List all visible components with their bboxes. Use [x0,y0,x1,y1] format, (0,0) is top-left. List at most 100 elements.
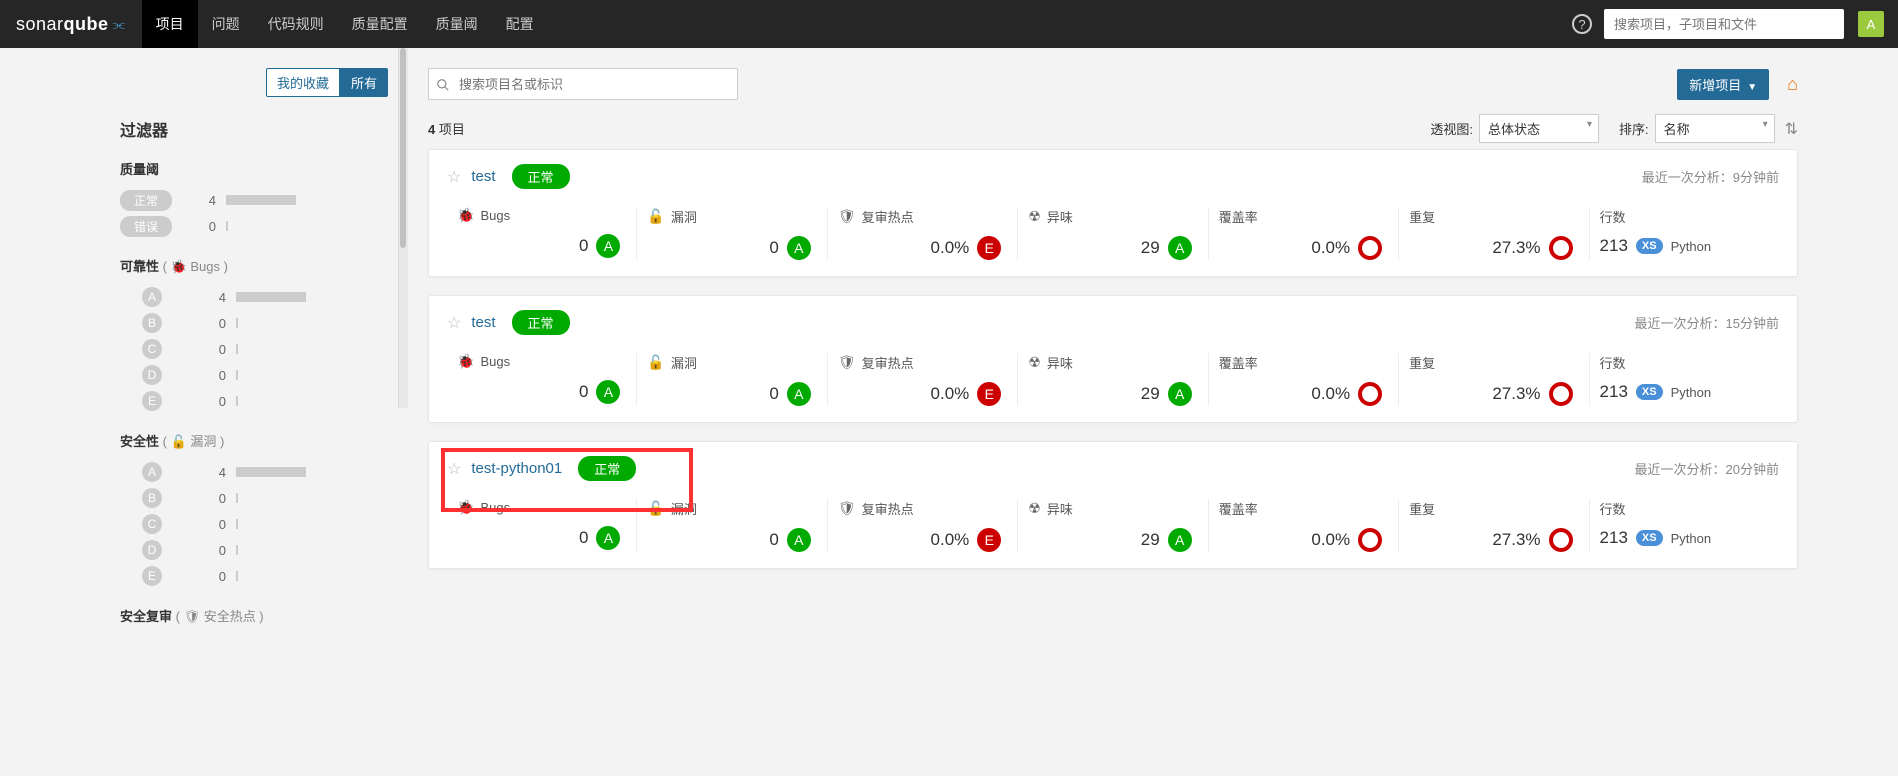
metric-label: 行数 [1600,207,1626,226]
global-search-input[interactable] [1604,9,1844,39]
metric-value: 27.3% [1492,384,1540,404]
duplication-donut-icon [1549,382,1573,406]
facet-sec-0[interactable]: A4 [120,460,388,484]
brand-a: sonar [16,14,64,35]
facet-sec-2[interactable]: C0 [120,512,388,536]
facet-rel-1[interactable]: B0 [120,311,388,335]
tab-my-favorites[interactable]: 我的收藏 [266,68,340,97]
facet-reliability-title: 可靠性 ( 🐞 Bugs ) [120,256,388,275]
nav-tab-5[interactable]: 配置 [492,0,548,48]
status-badge: 正常 [578,456,636,481]
favorite-star-icon[interactable]: ☆ [447,313,461,333]
metric-value: 29 [1141,384,1160,404]
radiation-icon: ☢ [1028,354,1041,371]
size-badge: XS [1636,530,1663,546]
sort-select[interactable]: 名称 [1655,114,1775,143]
last-analysis: 最近一次分析：20分钟前 [1635,459,1779,478]
unlock-icon: 🔓 [647,500,664,517]
nav-tab-2[interactable]: 代码规则 [254,0,338,48]
metric-value: 213 [1600,382,1628,402]
metric-label: 复审热点 [862,499,914,518]
metric-label: 复审热点 [862,353,914,372]
metric-label: 行数 [1600,353,1626,372]
project-name-link[interactable]: test [471,168,495,185]
facet-security-title: 安全性 ( 🔓 漏洞 ) [120,431,388,450]
rating-badge: A [596,234,620,258]
nav-tab-1[interactable]: 问题 [198,0,254,48]
metric-label: 漏洞 [671,499,697,518]
metric-value: 0.0% [931,530,970,550]
facet-sec-4[interactable]: E0 [120,564,388,588]
metric-label: 异味 [1047,207,1073,226]
status-badge: 正常 [512,164,570,189]
metric-value: 0 [769,530,778,550]
nav-tab-3[interactable]: 质量配置 [338,0,422,48]
project-name-link[interactable]: test [471,314,495,331]
last-analysis: 最近一次分析：9分钟前 [1642,167,1779,186]
search-icon [436,76,450,92]
coverage-donut-icon [1358,236,1382,260]
rating-badge: E [977,236,1001,260]
perspective-label: 透视图: [1430,119,1473,138]
metric-value: 0.0% [931,384,970,404]
facet-sec-1[interactable]: B0 [120,486,388,510]
facet-rel-0[interactable]: A4 [120,285,388,309]
metric-label: Bugs [480,208,510,223]
facet-qg-1[interactable]: 错误0 [120,214,388,238]
facet-sec-3[interactable]: D0 [120,538,388,562]
avatar[interactable]: A [1858,11,1884,37]
metric-value: 0 [579,236,588,256]
metric-value: 29 [1141,238,1160,258]
sidebar-scrollbar[interactable] [398,48,408,408]
favorite-tabs: 我的收藏所有 [120,68,388,97]
facet-rel-2[interactable]: C0 [120,337,388,361]
help-icon[interactable]: ? [1572,14,1592,34]
nav-tabs: 项目问题代码规则质量配置质量阈配置 [142,0,548,48]
shield-icon: 🛡 [838,500,856,517]
bug-icon: 🐞 [457,499,474,516]
facet-qg-0[interactable]: 正常4 [120,188,388,212]
shield-icon: 🛡 [838,354,856,371]
tab-all[interactable]: 所有 [340,68,388,97]
metric-label: 重复 [1409,207,1435,226]
facet-rel-4[interactable]: E0 [120,389,388,413]
nav-tab-4[interactable]: 质量阈 [422,0,492,48]
metric-label: 重复 [1409,353,1435,372]
metric-value: 0 [579,382,588,402]
project-count: 4 项目 [428,119,465,138]
coverage-donut-icon [1358,382,1382,406]
project-card: ☆test正常最近一次分析：15分钟前🐞Bugs0A🔓漏洞0A🛡复审热点0.0%… [428,295,1798,423]
radiation-icon: ☢ [1028,500,1041,517]
favorite-star-icon[interactable]: ☆ [447,167,461,187]
metric-label: 覆盖率 [1219,499,1258,518]
facet-rel-3[interactable]: D0 [120,363,388,387]
size-badge: XS [1636,384,1663,400]
metric-value: 0.0% [1311,238,1350,258]
radiation-icon: ☢ [1028,208,1041,225]
filter-title: 过滤器 [120,117,388,141]
project-name-link[interactable]: test-python01 [471,460,562,477]
metric-value: 29 [1141,530,1160,550]
project-search-input[interactable] [428,68,738,100]
favorite-star-icon[interactable]: ☆ [447,459,461,479]
duplication-donut-icon [1549,528,1573,552]
brand-logo[interactable]: sonarqube⫘ [0,14,142,35]
rating-badge: A [1168,382,1192,406]
nav-tab-0[interactable]: 项目 [142,0,198,48]
metric-value: 0.0% [931,238,970,258]
coverage-donut-icon [1358,528,1382,552]
sidebar: 我的收藏所有 过滤器 质量阈 正常4错误0 可靠性 ( 🐞 Bugs ) A4B… [0,48,408,655]
metric-label: 复审热点 [862,207,914,226]
rating-badge: A [787,236,811,260]
metric-value: 0 [769,384,778,404]
status-badge: 正常 [512,310,570,335]
new-project-button[interactable]: 新增项目▼ [1677,69,1769,100]
rating-badge: E [977,382,1001,406]
perspective-select[interactable]: 总体状态 [1479,114,1599,143]
facet-review-title: 安全复审 ( 🛡 安全热点 ) [120,606,388,625]
home-icon[interactable]: ⌂ [1787,74,1798,95]
metric-label: 漏洞 [671,353,697,372]
language-label: Python [1671,531,1711,546]
sort-direction-icon[interactable]: ⇅ [1785,119,1798,139]
metric-label: 覆盖率 [1219,207,1258,226]
